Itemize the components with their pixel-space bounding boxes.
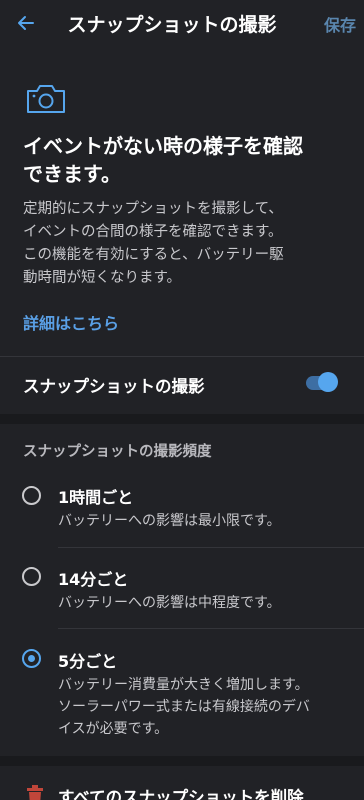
frequency-option-1-hour[interactable]: 1時間ごと バッテリーへの影響は最小限です。	[0, 484, 364, 544]
radio-button-selected[interactable]	[22, 649, 41, 668]
option-description-line: ソーラーパワー式または有線接続のデバ	[58, 699, 310, 715]
snapshot-toggle-label: スナップショットの撮影	[23, 377, 205, 396]
option-description-line: バッテリーへの影響は中程度です。	[58, 595, 281, 611]
intro-description-line: 動時間が短くなります。	[23, 270, 182, 286]
frequency-option-5-min[interactable]: 5分ごと バッテリー消費量が大きく増加します。 ソーラーパワー式または有線接続の…	[0, 648, 364, 748]
radio-button[interactable]	[22, 567, 41, 586]
option-title: 5分ごと	[58, 652, 118, 671]
option-description-line: バッテリーへの影響は最小限です。	[58, 513, 281, 529]
radio-selected-dot	[28, 655, 35, 662]
delete-all-snapshots-button[interactable]: すべてのスナップショットを削除	[58, 784, 304, 800]
option-description: バッテリーへの影響は最小限です。	[58, 510, 348, 532]
option-description: バッテリーへの影響は中程度です。	[58, 592, 348, 614]
option-description-line: イスが必要です。	[58, 721, 169, 737]
snapshot-settings-screen: スナップショットの撮影 保存 イベントがない時の様子を確認 できます。 定期的に…	[0, 0, 364, 800]
learn-more-link[interactable]: 詳細はこちら	[23, 310, 119, 334]
divider	[58, 547, 364, 548]
trash-icon[interactable]	[26, 785, 44, 800]
intro-description: 定期的にスナップショットを撮影して、 イベントの合間の様子を確認できます。 この…	[23, 198, 353, 290]
back-arrow-icon[interactable]	[14, 11, 38, 35]
save-button[interactable]: 保存	[324, 12, 356, 36]
intro-heading-line: イベントがない時の様子を確認	[23, 134, 303, 158]
camera-icon	[27, 85, 65, 113]
option-title: 14分ごと	[58, 570, 129, 589]
intro-description-line: イベントの合間の様子を確認できます。	[23, 224, 283, 240]
app-header: スナップショットの撮影 保存	[0, 0, 364, 48]
intro-heading: イベントがない時の様子を確認 できます。	[23, 132, 343, 188]
section-separator	[0, 414, 364, 424]
option-description-line: バッテリー消費量が大きく増加します。	[58, 677, 309, 693]
snapshot-toggle-row[interactable]: スナップショットの撮影	[0, 357, 364, 413]
intro-heading-line: できます。	[23, 162, 121, 186]
frequency-section-title: スナップショットの撮影頻度	[23, 444, 212, 460]
divider	[58, 628, 364, 629]
option-title: 1時間ごと	[58, 488, 134, 507]
intro-description-line: この機能を有効にすると、バッテリー駆	[23, 247, 284, 263]
radio-button[interactable]	[22, 486, 41, 505]
frequency-option-14-min[interactable]: 14分ごと バッテリーへの影響は中程度です。	[0, 566, 364, 626]
option-description: バッテリー消費量が大きく増加します。 ソーラーパワー式または有線接続のデバ イス…	[58, 674, 348, 740]
intro-description-line: 定期的にスナップショットを撮影して、	[23, 201, 283, 217]
section-separator	[0, 756, 364, 766]
page-title: スナップショットの撮影	[67, 14, 277, 36]
snapshot-toggle-knob[interactable]	[318, 372, 338, 392]
